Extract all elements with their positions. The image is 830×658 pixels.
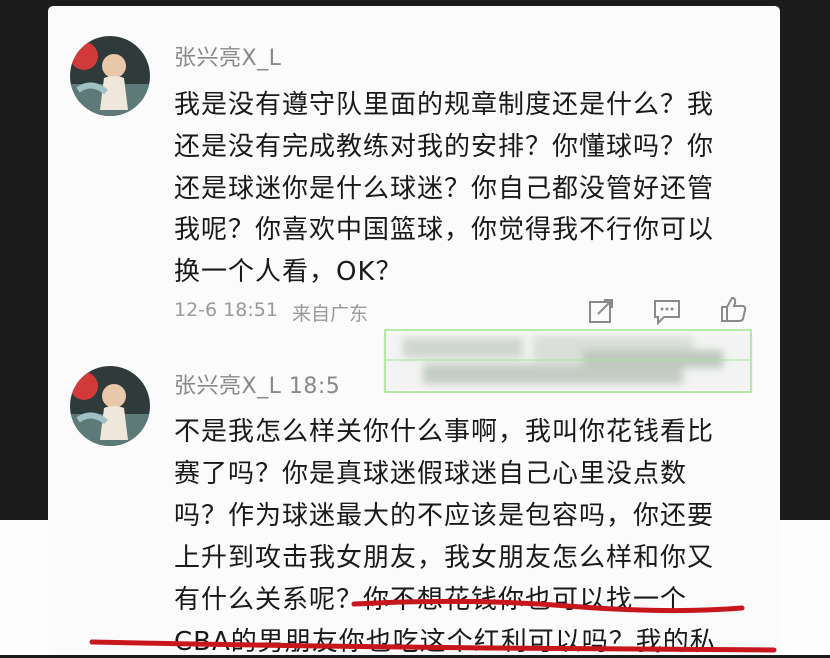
comment-icon[interactable] xyxy=(652,296,682,326)
comment-text-line: 吗？作为球迷最大的不应该是包容吗，你还要 xyxy=(174,501,715,531)
avatar[interactable] xyxy=(70,36,150,116)
like-icon[interactable] xyxy=(718,294,748,324)
comment-text-line: 上升到攻击我女朋友，我女朋友怎么样和你又 xyxy=(174,543,715,573)
comment-text-line: 赛了吗？你是真球迷假球迷自己心里没点数 xyxy=(174,459,688,489)
comment-time: 12-6 18:51 xyxy=(174,299,278,321)
username[interactable]: 张兴亮X_L xyxy=(174,40,281,72)
comment-card: 张兴亮X_L 我是没有遵守队里面的规章制度还是什么？我 还是没有完成教练对我的安… xyxy=(48,6,780,657)
avatar-image xyxy=(70,366,150,446)
avatar-image xyxy=(70,36,150,116)
red-underline-annotation xyxy=(351,598,745,614)
comment-text-line: 我呢？你喜欢中国篮球，你觉得我不行你可以 xyxy=(174,215,715,245)
username[interactable]: 张兴亮X_L 18:5 xyxy=(174,368,340,400)
comment-text-line: 还是球迷你是什么球迷？你自己都没管好还管 xyxy=(174,174,715,204)
avatar[interactable] xyxy=(70,366,150,446)
comment-text-line: 还是没有完成教练对我的安排？你懂球吗？你 xyxy=(174,132,715,162)
red-underline-annotation xyxy=(89,639,777,653)
share-icon[interactable] xyxy=(586,296,616,326)
comment-text-line: 换一个人看，OK？ xyxy=(174,257,403,287)
redacted-overlay xyxy=(383,329,753,393)
comment-text-line: 我是没有遵守队里面的规章制度还是什么？我 xyxy=(174,90,715,120)
comment-location: 来自广东 xyxy=(292,303,369,325)
comment-text-line: 不是我怎么样关你什么事啊，我叫你花钱看比 xyxy=(174,417,715,447)
